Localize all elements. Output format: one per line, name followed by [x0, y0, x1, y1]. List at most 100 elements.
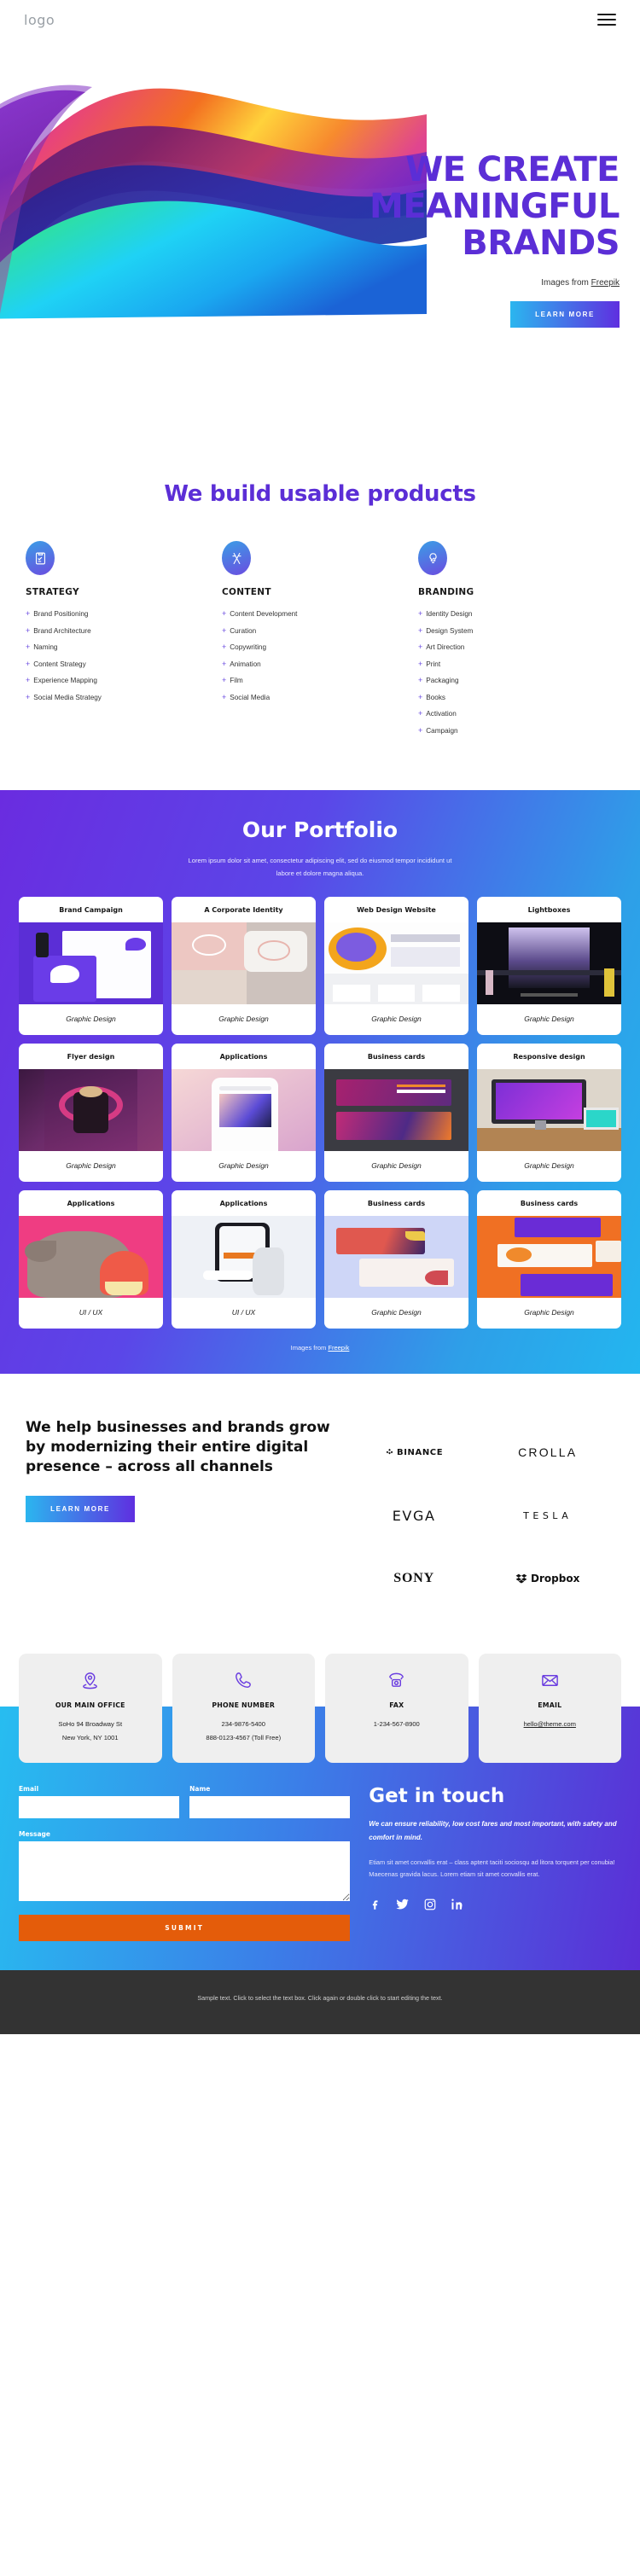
- portfolio-card[interactable]: Applications UI / UX: [19, 1190, 163, 1329]
- portfolio-card-thumbnail: [19, 1069, 163, 1152]
- list-item[interactable]: + Experience Mapping: [26, 676, 208, 684]
- portfolio-image-credit: Images from Freepik: [0, 1344, 640, 1352]
- lightbulb-idea-icon: [418, 541, 447, 575]
- portfolio-card[interactable]: Business cards Graphic Design: [477, 1190, 621, 1329]
- plus-icon: +: [222, 676, 227, 684]
- email-input[interactable]: [19, 1796, 180, 1819]
- portfolio-card-category: Graphic Design: [371, 1015, 422, 1024]
- portfolio-card-thumbnail: [324, 1069, 468, 1152]
- contact-cards: OUR MAIN OFFICE SoHo 94 Broadway St New …: [0, 1630, 640, 1764]
- social-links: [369, 1897, 621, 1916]
- contact-card-fax: FAX 1-234-567-8900: [325, 1654, 468, 1764]
- list-item[interactable]: + Content Strategy: [26, 660, 208, 668]
- portfolio-card[interactable]: Lightboxes Graphic Design: [477, 897, 621, 1036]
- get-in-touch-block: Get in touch We can ensure reliability, …: [364, 1785, 621, 1941]
- contact-card-line: SoHo 94 Broadway St: [58, 1720, 123, 1729]
- hero-learn-more-button[interactable]: LEARN MORE: [510, 300, 620, 328]
- get-in-touch-title: Get in touch: [369, 1785, 505, 1808]
- portfolio-card-category: UI / UX: [231, 1308, 256, 1317]
- fax-phone-icon: [332, 1667, 462, 1693]
- list-item[interactable]: + Social Media: [222, 693, 404, 701]
- list-item[interactable]: + Design System: [418, 626, 601, 635]
- portfolio-credit-prefix: Images from: [290, 1344, 329, 1352]
- plus-icon: +: [418, 643, 423, 651]
- hero-title-line-1: WE CREATE: [405, 150, 620, 189]
- contact-card-body: SoHo 94 Broadway St New York, NY 1001: [26, 1718, 155, 1744]
- list-item-label: Brand Positioning: [33, 610, 89, 618]
- list-item[interactable]: + Print: [418, 660, 601, 668]
- portfolio-card[interactable]: Responsive design Graphic Design: [477, 1044, 621, 1183]
- brands-section: We help businesses and brands grow by mo…: [0, 1374, 640, 1631]
- list-item[interactable]: + Campaign: [418, 726, 601, 735]
- client-logo-binance: BINANCE: [347, 1440, 481, 1464]
- email-link[interactable]: hello@theme.com: [524, 1720, 576, 1728]
- page-title: WE CREATE MEANINGFUL BRANDS: [261, 150, 620, 263]
- instagram-icon[interactable]: [423, 1898, 437, 1916]
- facebook-icon[interactable]: [369, 1898, 381, 1915]
- client-logo-dropbox: Dropbox: [480, 1567, 614, 1590]
- list-item[interactable]: + Brand Architecture: [26, 626, 208, 635]
- list-item[interactable]: + Curation: [222, 626, 404, 635]
- portfolio-card-title: Responsive design: [513, 1053, 585, 1061]
- portfolio-card[interactable]: Flyer design Graphic Design: [19, 1044, 163, 1183]
- list-item[interactable]: + Naming: [26, 643, 208, 651]
- contact-card-phone: PHONE NUMBER 234-9876-5400 888-0123-4567…: [172, 1654, 315, 1764]
- plus-icon: +: [26, 676, 31, 684]
- hamburger-menu-icon[interactable]: [597, 14, 616, 26]
- portfolio-credit-link[interactable]: Freepik: [328, 1344, 349, 1352]
- twitter-icon[interactable]: [395, 1897, 410, 1916]
- plus-icon: +: [418, 692, 423, 701]
- portfolio-card-title: Business cards: [520, 1200, 579, 1208]
- portfolio-card[interactable]: A Corporate Identity Graphic Design: [172, 897, 316, 1036]
- name-field-label: Name: [189, 1785, 211, 1794]
- list-item[interactable]: + Animation: [222, 660, 404, 668]
- portfolio-card[interactable]: Applications UI / UX: [172, 1190, 316, 1329]
- list-item[interactable]: + Copywriting: [222, 643, 404, 651]
- portfolio-section: Our Portfolio Lorem ipsum dolor sit amet…: [0, 790, 640, 1375]
- site-logo[interactable]: logo: [24, 12, 55, 28]
- list-item-label: Social Media: [230, 693, 271, 701]
- portfolio-card[interactable]: Business cards Graphic Design: [324, 1044, 468, 1183]
- email-field-group: Email: [19, 1785, 180, 1819]
- portfolio-card[interactable]: Brand Campaign Graphic Design: [19, 897, 163, 1036]
- linkedin-icon[interactable]: [451, 1898, 463, 1915]
- plus-icon: +: [418, 659, 423, 668]
- contact-main: Email Name Message SUBMIT Get in touch W…: [0, 1763, 640, 1970]
- client-logo-label: TESLA: [523, 1509, 573, 1521]
- list-item[interactable]: + Social Media Strategy: [26, 693, 208, 701]
- portfolio-title: Our Portfolio: [241, 817, 399, 842]
- submit-button[interactable]: SUBMIT: [19, 1915, 351, 1942]
- list-item-label: Campaign: [426, 726, 458, 735]
- list-item[interactable]: + Packaging: [418, 676, 601, 684]
- portfolio-card-title: Web Design Website: [357, 906, 436, 915]
- client-logo-sony: SONY: [347, 1567, 481, 1590]
- list-item[interactable]: + Content Development: [222, 609, 404, 618]
- contact-card-title: FAX: [389, 1701, 404, 1710]
- list-item-label: Naming: [33, 643, 58, 651]
- list-item[interactable]: + Film: [222, 676, 404, 684]
- dropbox-box-icon: [515, 1574, 527, 1584]
- name-input[interactable]: [189, 1796, 351, 1819]
- list-item-label: Animation: [230, 660, 261, 668]
- portfolio-card[interactable]: Web Design Website Graphic Design: [324, 897, 468, 1036]
- list-item[interactable]: + Brand Positioning: [26, 609, 208, 618]
- portfolio-card[interactable]: Applications Graphic Design: [172, 1044, 316, 1183]
- list-item[interactable]: + Activation: [418, 709, 601, 718]
- plus-icon: +: [26, 643, 31, 651]
- client-logo-label: BINANCE: [396, 1447, 444, 1457]
- client-logo-tesla: TESLA: [480, 1503, 614, 1527]
- message-textarea[interactable]: [19, 1841, 351, 1902]
- service-column-branding: BRANDING + Identity Design + Design System…: [418, 541, 614, 742]
- get-in-touch-lead: We can ensure reliability, low cost fare…: [369, 1820, 617, 1841]
- client-logos: BINANCE CROLLA EVGA TESLA SONY Dropbox: [332, 1418, 614, 1590]
- list-item[interactable]: + Art Direction: [418, 643, 601, 651]
- clipboard-strategy-icon: [26, 541, 55, 575]
- portfolio-card-category: Graphic Design: [524, 1015, 574, 1024]
- brands-learn-more-button[interactable]: LEARN MORE: [26, 1495, 135, 1522]
- list-item[interactable]: + Identity Design: [418, 609, 601, 618]
- list-item-label: Experience Mapping: [33, 677, 97, 684]
- hero-credit-link[interactable]: Freepik: [591, 278, 620, 288]
- list-item[interactable]: + Books: [418, 693, 601, 701]
- portfolio-card[interactable]: Business cards Graphic Design: [324, 1190, 468, 1329]
- list-item-label: Curation: [230, 626, 257, 635]
